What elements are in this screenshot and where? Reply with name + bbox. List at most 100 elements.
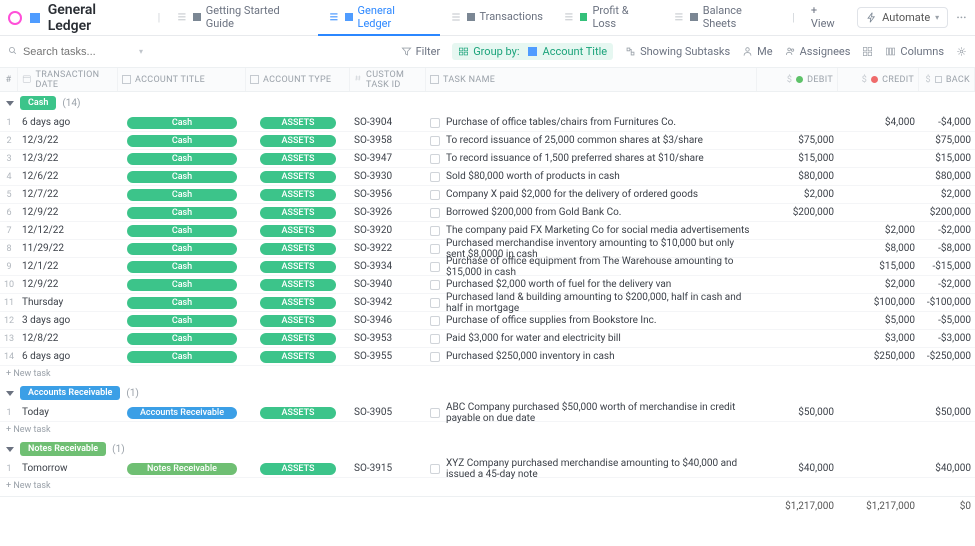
cell-date: 3 days ago <box>18 312 118 329</box>
cell-date: Tomorrow <box>18 460 118 477</box>
col-task-name[interactable]: TASK NAME <box>426 68 757 91</box>
cell-account-type: ASSETS <box>246 222 350 239</box>
row-number: 1 <box>0 404 18 421</box>
group-count: (14) <box>62 98 80 109</box>
caret-down-icon[interactable] <box>6 391 14 396</box>
tab-getting-started-guide[interactable]: Getting Started Guide <box>166 0 318 36</box>
cell-date: 6 days ago <box>18 114 118 131</box>
table-row[interactable]: 4 12/6/22 Cash ASSETS SO-3930 Sold $80,0… <box>0 168 975 186</box>
cell-date: 12/9/22 <box>18 276 118 293</box>
field-icon <box>122 75 131 84</box>
cell-credit: $100,000 <box>838 294 919 311</box>
col-custom-task-id[interactable]: CUSTOM TASK ID <box>350 68 426 91</box>
caret-down-icon[interactable] <box>6 101 14 106</box>
search-input[interactable] <box>23 46 133 58</box>
table-row[interactable]: 5 12/7/22 Cash ASSETS SO-3956 Company X … <box>0 186 975 204</box>
table-row[interactable]: 9 12/1/22 Cash ASSETS SO-3934 Purchase o… <box>0 258 975 276</box>
table-row[interactable]: 11 Thursday Cash ASSETS SO-3942 Purchase… <box>0 294 975 312</box>
col-credit[interactable]: $CREDIT <box>838 68 919 91</box>
table-row[interactable]: 2 12/3/22 Cash ASSETS SO-3958 To record … <box>0 132 975 150</box>
cell-account-title: Accounts Receivable <box>118 404 246 421</box>
cell-custom-id: SO-3956 <box>350 186 426 203</box>
me-button[interactable]: Me <box>742 45 772 58</box>
table-row[interactable]: 13 12/8/22 Cash ASSETS SO-3953 Paid $3,0… <box>0 330 975 348</box>
columns-button[interactable]: Columns <box>885 45 944 58</box>
col-account-type[interactable]: ACCOUNT TYPE <box>246 68 350 91</box>
caret-down-icon[interactable] <box>6 447 14 452</box>
table-row[interactable]: 1 Tomorrow Notes Receivable ASSETS SO-39… <box>0 460 975 478</box>
cell-account-title: Cash <box>118 312 246 329</box>
cell-back: -$5,000 <box>919 312 975 329</box>
row-number: 10 <box>0 276 18 293</box>
cell-credit: $250,000 <box>838 348 919 365</box>
cell-custom-id: SO-3958 <box>350 132 426 149</box>
cell-back: $40,000 <box>919 460 975 477</box>
cell-custom-id: SO-3955 <box>350 348 426 365</box>
col-account-title[interactable]: ACCOUNT TITLE <box>118 68 246 91</box>
row-number: 11 <box>0 294 18 311</box>
people-icon <box>785 46 796 57</box>
cell-account-type: ASSETS <box>246 404 350 421</box>
tab-general-ledger[interactable]: General Ledger <box>318 0 439 36</box>
col-debit[interactable]: $DEBIT <box>757 68 838 91</box>
cell-back: $200,000 <box>919 204 975 221</box>
chevron-down-icon[interactable]: ▾ <box>139 47 143 56</box>
cell-custom-id: SO-3920 <box>350 222 426 239</box>
cell-task-name: Purchased merchandise inventory amountin… <box>426 240 757 257</box>
task-icon <box>430 316 440 326</box>
row-number: 1 <box>0 460 18 477</box>
task-icon <box>430 298 440 308</box>
cell-debit <box>757 330 838 347</box>
table-row[interactable]: 1 Today Accounts Receivable ASSETS SO-39… <box>0 404 975 422</box>
table-row[interactable]: 3 12/3/22 Cash ASSETS SO-3947 To record … <box>0 150 975 168</box>
group-header[interactable]: Cash(14) <box>0 92 975 114</box>
cell-custom-id: SO-3940 <box>350 276 426 293</box>
table-row[interactable]: 6 12/9/22 Cash ASSETS SO-3926 Borrowed $… <box>0 204 975 222</box>
cell-date: 12/3/22 <box>18 132 118 149</box>
cell-task-name: The company paid FX Marketing Co for soc… <box>426 222 757 239</box>
new-task-button[interactable]: + New task <box>0 366 975 382</box>
new-task-button[interactable]: + New task <box>0 478 975 494</box>
cell-credit: $2,000 <box>838 276 919 293</box>
tab-color-icon <box>690 13 698 21</box>
settings-icon[interactable] <box>956 46 967 57</box>
automate-button[interactable]: Automate ▾ <box>857 7 948 28</box>
subtasks-button[interactable]: Showing Subtasks <box>625 45 730 58</box>
grid-icon[interactable] <box>862 46 873 57</box>
col-transaction-date[interactable]: TRANSACTION DATE <box>18 68 118 91</box>
tab-profit-loss[interactable]: Profit & Loss <box>553 0 663 36</box>
field-icon <box>250 75 259 84</box>
filter-button[interactable]: Filter <box>401 45 441 58</box>
tab-transactions[interactable]: Transactions <box>440 0 553 36</box>
table-row[interactable]: 12 3 days ago Cash ASSETS SO-3946 Purcha… <box>0 312 975 330</box>
more-icon[interactable] <box>956 12 967 23</box>
cell-back: $80,000 <box>919 168 975 185</box>
footer-back: $0 <box>919 501 975 512</box>
view-tabs: Getting Started GuideGeneral LedgerTrans… <box>166 0 786 36</box>
tab-balance-sheets[interactable]: Balance Sheets <box>663 0 786 36</box>
table-row[interactable]: 14 6 days ago Cash ASSETS SO-3955 Purcha… <box>0 348 975 366</box>
cell-custom-id: SO-3905 <box>350 404 426 421</box>
tab-color-icon <box>467 13 475 21</box>
cell-debit <box>757 276 838 293</box>
cell-account-title: Cash <box>118 294 246 311</box>
group-by-button[interactable]: Group by: Account Title <box>452 43 613 60</box>
add-view-button[interactable]: + View <box>801 0 853 36</box>
page-color-icon <box>30 13 40 23</box>
col-back[interactable]: $BACK <box>919 68 975 91</box>
task-icon <box>430 352 440 362</box>
col-num[interactable]: # <box>0 68 18 91</box>
assignees-button[interactable]: Assignees <box>785 45 851 58</box>
cell-account-type: ASSETS <box>246 168 350 185</box>
cell-debit: $80,000 <box>757 168 838 185</box>
cell-account-title: Cash <box>118 258 246 275</box>
cell-back: -$3,000 <box>919 330 975 347</box>
new-task-button[interactable]: + New task <box>0 422 975 438</box>
toolbar: ▾ Filter Group by: Account Title Showing… <box>0 36 975 68</box>
cell-account-title: Cash <box>118 186 246 203</box>
app-logo-icon[interactable] <box>8 11 22 25</box>
field-icon <box>430 75 439 84</box>
cell-account-type: ASSETS <box>246 258 350 275</box>
table-row[interactable]: 1 6 days ago Cash ASSETS SO-3904 Purchas… <box>0 114 975 132</box>
cell-custom-id: SO-3922 <box>350 240 426 257</box>
